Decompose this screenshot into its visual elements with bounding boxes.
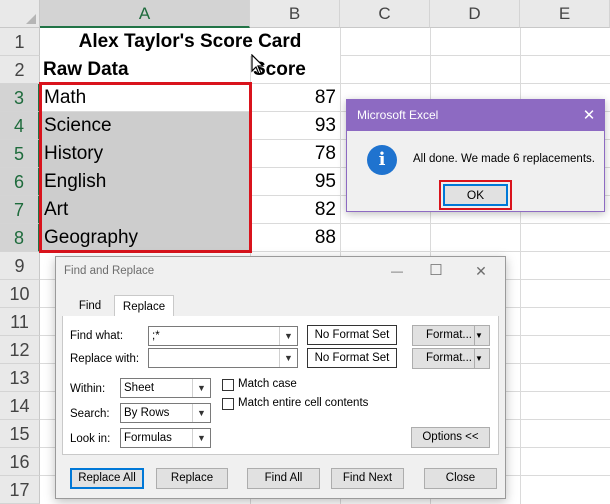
tab-find-label: Find	[78, 300, 102, 312]
within-select[interactable]: Sheet ▼	[120, 378, 211, 398]
column-header-d[interactable]: D	[430, 0, 520, 28]
replace-with-label: Replace with:	[70, 353, 140, 365]
row-header-10[interactable]: 10	[0, 280, 40, 308]
find-what-label: Find what:	[70, 330, 124, 342]
dialog-title: Find and Replace	[64, 265, 155, 277]
row-header-1[interactable]: 1	[0, 28, 40, 56]
maximize-icon[interactable]: ☐	[416, 257, 456, 287]
find-format-button[interactable]: Format... ▼	[412, 325, 490, 346]
column-header-c[interactable]: C	[340, 0, 430, 28]
dropdown-arrow-icon[interactable]: ▼	[474, 326, 489, 345]
look-in-select[interactable]: Formulas ▼	[120, 428, 211, 448]
message-text: All done. We made 6 replacements.	[413, 153, 595, 165]
highlight-box	[39, 82, 252, 253]
find-all-button[interactable]: Find All	[247, 468, 320, 489]
column-header-e[interactable]: E	[520, 0, 610, 28]
row-header-8[interactable]: 8	[0, 224, 40, 252]
dropdown-arrow-icon[interactable]: ▼	[474, 349, 489, 368]
message-box-title: Microsoft Excel	[357, 108, 439, 122]
replace-format-preview: No Format Set	[307, 348, 397, 368]
header-score[interactable]: Score	[253, 56, 338, 84]
search-select[interactable]: By Rows ▼	[120, 403, 211, 423]
row-header-12[interactable]: 12	[0, 336, 40, 364]
column-header-a[interactable]: A	[40, 0, 250, 28]
replace-format-button[interactable]: Format... ▼	[412, 348, 490, 369]
score-cell[interactable]: 87	[250, 84, 336, 112]
find-what-value: ;*	[152, 330, 160, 342]
message-box: Microsoft Excel ✕ i All done. We made 6 …	[346, 99, 605, 212]
tab-replace-label: Replace	[122, 301, 166, 313]
message-box-titlebar: Microsoft Excel ✕	[347, 100, 604, 131]
close-button[interactable]: Close	[424, 468, 497, 489]
chevron-down-icon[interactable]: ▼	[279, 327, 297, 345]
match-entire-checkbox[interactable]	[222, 398, 234, 410]
row-header-5[interactable]: 5	[0, 140, 40, 168]
select-all-corner[interactable]	[0, 0, 40, 28]
row-header-16[interactable]: 16	[0, 448, 40, 476]
search-label: Search:	[70, 408, 110, 420]
chevron-down-icon[interactable]: ▼	[192, 404, 210, 422]
sheet-title[interactable]: Alex Taylor's Score Card	[40, 28, 340, 56]
find-format-preview: No Format Set	[307, 325, 397, 345]
score-cell[interactable]: 93	[250, 112, 336, 140]
chevron-down-icon[interactable]: ▼	[192, 429, 210, 447]
match-case-label: Match case	[238, 378, 297, 390]
match-entire-label: Match entire cell contents	[238, 397, 369, 409]
score-cell[interactable]: 95	[250, 168, 336, 196]
tab-find[interactable]: Find	[66, 295, 114, 317]
header-raw-data[interactable]: Raw Data	[43, 56, 248, 84]
column-header-b[interactable]: B	[250, 0, 340, 28]
row-header-11[interactable]: 11	[0, 308, 40, 336]
row-header-2[interactable]: 2	[0, 56, 40, 84]
chevron-down-icon[interactable]: ▼	[192, 379, 210, 397]
close-icon[interactable]: ✕	[461, 257, 501, 287]
row-header-14[interactable]: 14	[0, 392, 40, 420]
replace-format-label: Format...	[426, 352, 473, 364]
find-what-input[interactable]: ;* ▼	[148, 326, 298, 346]
ok-button[interactable]: OK	[443, 184, 508, 206]
within-value: Sheet	[124, 382, 155, 394]
match-case-checkbox[interactable]	[222, 379, 234, 391]
chevron-down-icon[interactable]: ▼	[279, 349, 297, 367]
find-replace-dialog: Find and Replace — ☐ ✕ Find Replace Find…	[55, 256, 506, 499]
look-in-value: Formulas	[124, 432, 172, 444]
row-header-15[interactable]: 15	[0, 420, 40, 448]
find-next-button[interactable]: Find Next	[331, 468, 404, 489]
mouse-cursor-icon	[251, 54, 265, 75]
row-header-6[interactable]: 6	[0, 168, 40, 196]
minimize-icon[interactable]: —	[377, 257, 417, 287]
within-label: Within:	[70, 383, 106, 395]
find-format-label: Format...	[426, 329, 473, 341]
look-in-label: Look in:	[70, 433, 111, 445]
info-icon: i	[367, 145, 397, 175]
tab-replace[interactable]: Replace	[114, 295, 174, 317]
score-cell[interactable]: 88	[250, 224, 336, 252]
row-header-13[interactable]: 13	[0, 364, 40, 392]
replace-with-input[interactable]: ▼	[148, 348, 298, 368]
row-header-3[interactable]: 3	[0, 84, 40, 112]
close-icon[interactable]: ✕	[574, 100, 604, 131]
row-header-4[interactable]: 4	[0, 112, 40, 140]
score-cell[interactable]: 78	[250, 140, 336, 168]
search-value: By Rows	[124, 407, 170, 419]
score-cell[interactable]: 82	[250, 196, 336, 224]
replace-button[interactable]: Replace	[156, 468, 228, 489]
replace-all-button[interactable]: Replace All	[70, 468, 144, 489]
row-header-9[interactable]: 9	[0, 252, 40, 280]
row-header-7[interactable]: 7	[0, 196, 40, 224]
row-header-17[interactable]: 17	[0, 476, 40, 504]
options-button[interactable]: Options <<	[411, 427, 490, 448]
